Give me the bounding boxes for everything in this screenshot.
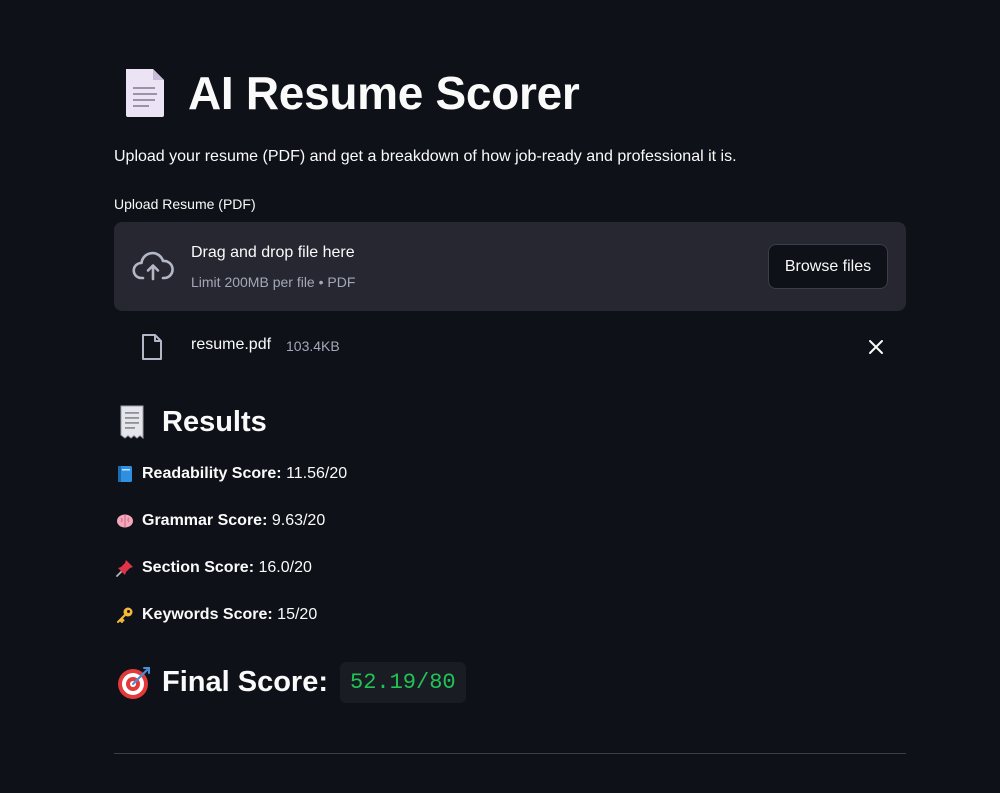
grammar-score-line: Grammar Score: 9.63/20: [116, 512, 325, 530]
keywords-score-label: Keywords Score:: [142, 606, 273, 623]
direct-hit-target-icon: [118, 666, 150, 699]
grammar-score-label: Grammar Score:: [142, 512, 268, 529]
dropzone-title: Drag and drop file here: [191, 244, 355, 261]
blue-book-icon: [118, 466, 132, 482]
key-icon: [117, 607, 133, 623]
brain-icon: [117, 514, 133, 528]
section-score-line: Section Score: 16.0/20: [116, 559, 312, 577]
main-container: AI Resume Scorer Upload your resume (PDF…: [0, 0, 1000, 793]
page-subtitle: Upload your resume (PDF) and get a break…: [114, 148, 737, 165]
upload-label: Upload Resume (PDF): [114, 196, 256, 212]
page-title: AI Resume Scorer: [188, 67, 580, 119]
browse-files-button[interactable]: Browse files: [768, 244, 888, 289]
final-score-label: Final Score:: [162, 666, 328, 698]
uploaded-file-size: 103.4KB: [286, 338, 340, 354]
results-heading: Results: [162, 405, 267, 438]
uploaded-file-name: resume.pdf: [191, 336, 272, 353]
cloud-upload-icon: [132, 251, 174, 281]
section-score-value: 16.0/20: [258, 559, 312, 576]
grammar-score-value: 9.63/20: [271, 512, 326, 529]
readability-score-line: Readability Score: 11.56/20: [116, 465, 347, 483]
results-heading-row: Results: [116, 404, 267, 440]
keywords-score-line: Keywords Score: 15/20: [116, 606, 317, 624]
page-title-row: AI Resume Scorer: [122, 66, 580, 120]
page-facing-up-icon: [126, 69, 164, 117]
uploaded-file-row: resume.pdf 103.4KB: [114, 325, 906, 369]
file-dropzone[interactable]: Drag and drop file here Limit 200MB per …: [114, 222, 906, 311]
dropzone-limit-text: Limit 200MB per file • PDF: [191, 274, 356, 290]
keywords-score-value: 15/20: [277, 606, 318, 623]
file-icon: [142, 334, 162, 360]
receipt-icon: [120, 405, 144, 440]
section-score-label: Section Score:: [142, 559, 255, 576]
final-score-value: 52.19/80: [340, 662, 466, 703]
pushpin-icon: [116, 560, 133, 577]
horizontal-divider: [114, 753, 906, 754]
remove-file-close-icon[interactable]: [868, 339, 884, 355]
readability-score-value: 11.56/20: [286, 465, 348, 482]
readability-score-label: Readability Score:: [142, 465, 282, 482]
final-score-row: Final Score: 52.19/80: [116, 662, 466, 703]
